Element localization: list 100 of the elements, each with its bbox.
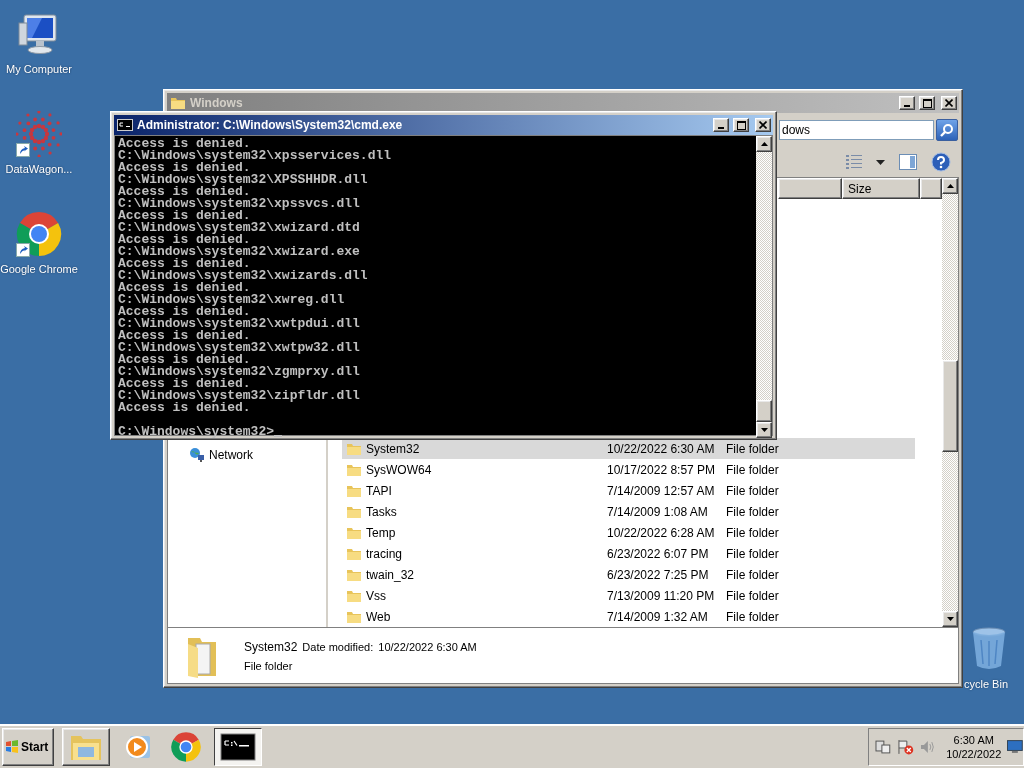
file-date: 10/22/2022 6:30 AM bbox=[607, 441, 716, 456]
help-button[interactable] bbox=[931, 152, 951, 172]
scrollbar[interactable] bbox=[756, 136, 772, 435]
column-header[interactable]: Size bbox=[842, 178, 920, 199]
column-header[interactable] bbox=[778, 178, 842, 199]
file-type: File folder bbox=[726, 567, 780, 582]
console-line: C:\Windows\system32\XPSSHHDR.dll bbox=[118, 174, 369, 186]
file-type: File folder bbox=[726, 483, 780, 498]
console-line: Access is denied. bbox=[118, 402, 251, 414]
desktop-icon-label[interactable]: Google Chrome bbox=[0, 263, 78, 275]
console-line: Access is denied. bbox=[118, 258, 251, 270]
file-type: File folder bbox=[726, 588, 780, 603]
file-name: SysWOW64 bbox=[365, 462, 433, 477]
console-line: Access is denied. bbox=[118, 282, 251, 294]
detail-label: Date modified: bbox=[302, 640, 374, 653]
minimize-button[interactable] bbox=[713, 118, 729, 132]
console-line: Access is denied. bbox=[118, 378, 251, 390]
search-field[interactable]: dows bbox=[779, 120, 934, 140]
maximize-icon bbox=[736, 120, 746, 130]
recycle-bin-icon bbox=[971, 626, 1007, 672]
down-arrow-icon bbox=[760, 428, 768, 432]
file-name: Vss bbox=[365, 588, 387, 603]
close-button[interactable] bbox=[755, 118, 771, 132]
console-line: C:\Windows\system32\xpssvcs.dll bbox=[118, 198, 361, 210]
scroll-down-button[interactable] bbox=[942, 611, 958, 627]
scroll-up-button[interactable] bbox=[942, 178, 958, 194]
column-header[interactable] bbox=[920, 178, 942, 199]
chrome-icon bbox=[170, 731, 202, 763]
file-type: File folder bbox=[726, 525, 780, 540]
maximize-button[interactable] bbox=[733, 118, 749, 132]
search-button[interactable] bbox=[936, 119, 958, 141]
file-date: 7/13/2009 11:20 PM bbox=[607, 588, 716, 603]
console-line: Access is denied. bbox=[118, 138, 251, 150]
file-date: 6/23/2022 7:25 PM bbox=[607, 567, 710, 582]
file-name: Temp bbox=[365, 525, 397, 540]
console-line: C:\Windows\system32\xwreg.dll bbox=[118, 294, 346, 306]
scroll-up-button[interactable] bbox=[756, 136, 772, 152]
taskbar-button[interactable] bbox=[214, 728, 262, 766]
file-row[interactable]: Tasks 7/14/2009 1:08 AM File folder bbox=[342, 501, 915, 522]
windows-logo bbox=[5, 740, 19, 754]
file-date: 7/14/2009 1:08 AM bbox=[607, 504, 709, 519]
clock[interactable]: 6:30 AM 10/22/2022 bbox=[946, 734, 1002, 760]
console-line: C:\Windows\system32\xwizards.dll bbox=[118, 270, 369, 282]
console-line: C:\Windows\system32\zipfldr.dll bbox=[118, 390, 361, 402]
file-type: File folder bbox=[726, 441, 780, 456]
desktop-icon-label[interactable]: DataWagon... bbox=[5, 163, 73, 175]
caret-icon bbox=[876, 159, 885, 165]
window-title: Windows bbox=[190, 96, 244, 110]
console-line: C:\Windows\system32\xwtpw32.dll bbox=[118, 342, 361, 354]
minimize-button[interactable] bbox=[899, 96, 915, 110]
close-button[interactable] bbox=[941, 96, 957, 110]
file-name: TAPI bbox=[365, 483, 393, 498]
file-row[interactable]: Vss 7/13/2009 11:20 PM File folder bbox=[342, 585, 915, 606]
file-row[interactable]: Web 7/14/2009 1:32 AM File folder bbox=[342, 606, 915, 627]
scroll-down-button[interactable] bbox=[756, 422, 772, 438]
desktop-icon-label[interactable]: My Computer bbox=[6, 63, 72, 75]
play-icon bbox=[124, 733, 152, 761]
nav-item[interactable]: Network bbox=[168, 445, 326, 465]
scroll-thumb[interactable] bbox=[942, 360, 958, 452]
scrollbar[interactable] bbox=[942, 178, 958, 627]
file-row[interactable]: Temp 10/22/2022 6:28 AM File folder bbox=[342, 522, 915, 543]
file-date: 10/17/2022 8:57 PM bbox=[607, 462, 717, 477]
file-type: File folder bbox=[726, 462, 780, 477]
file-date: 6/23/2022 6:07 PM bbox=[607, 546, 710, 561]
maximize-button[interactable] bbox=[919, 96, 935, 110]
folder-icon bbox=[170, 95, 186, 111]
console-icon bbox=[220, 733, 256, 761]
detail-name: System32 bbox=[244, 639, 298, 654]
file-name: System32 bbox=[365, 441, 421, 456]
desktop-icon-label[interactable]: cycle Bin bbox=[964, 678, 1009, 690]
console-line: C:\Windows\system32\xwizard.exe bbox=[118, 246, 361, 258]
preview-pane-button[interactable] bbox=[899, 154, 917, 170]
console-line: Access is denied. bbox=[118, 162, 251, 174]
close-icon bbox=[945, 99, 953, 107]
file-name: tracing bbox=[365, 546, 404, 561]
file-date: 10/22/2022 6:28 AM bbox=[607, 525, 716, 540]
scroll-thumb[interactable] bbox=[756, 400, 772, 422]
file-name: twain_32 bbox=[365, 567, 416, 582]
close-icon bbox=[759, 121, 767, 129]
console-line: Access is denied. bbox=[118, 210, 251, 222]
console-line: Access is denied. bbox=[118, 354, 251, 366]
down-arrow-icon bbox=[946, 617, 954, 621]
up-arrow-icon bbox=[760, 142, 768, 146]
file-date: 7/14/2009 12:57 AM bbox=[607, 483, 716, 498]
network-icon[interactable] bbox=[875, 739, 891, 755]
monitor-icon[interactable] bbox=[1007, 740, 1023, 754]
file-row[interactable]: TAPI 7/14/2009 12:57 AM File folder bbox=[342, 480, 915, 501]
flag-icon[interactable] bbox=[896, 739, 915, 755]
list-view-icon bbox=[846, 155, 862, 169]
maximize-icon bbox=[922, 98, 932, 108]
file-row[interactable]: SysWOW64 10/17/2022 8:57 PM File folder bbox=[342, 459, 915, 480]
file-row[interactable]: twain_32 6/23/2022 7:25 PM File folder bbox=[342, 564, 915, 585]
preview-pane-icon bbox=[899, 154, 917, 170]
file-row[interactable]: tracing 6/23/2022 6:07 PM File folder bbox=[342, 543, 915, 564]
text-cursor bbox=[274, 435, 283, 437]
start-button[interactable]: Start bbox=[2, 728, 54, 766]
file-row[interactable]: System32 10/22/2022 6:30 AM File folder bbox=[342, 438, 915, 459]
network-icon bbox=[189, 447, 205, 463]
dropdown-button[interactable] bbox=[876, 159, 885, 165]
detail-type: File folder bbox=[244, 659, 294, 672]
